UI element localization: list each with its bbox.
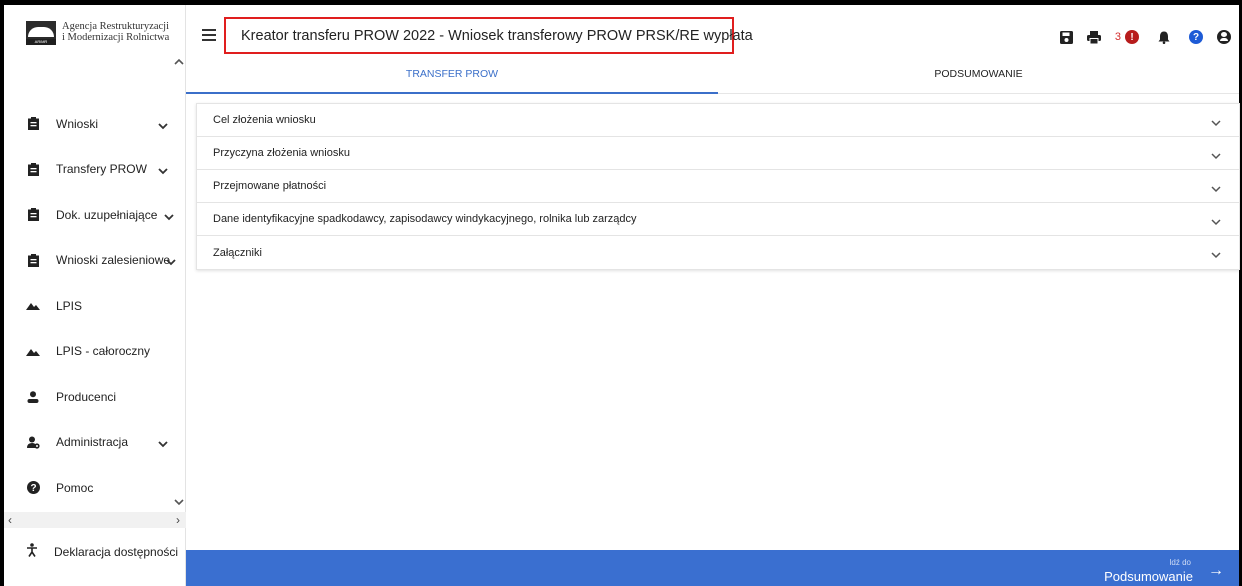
chevron-down-icon (1211, 149, 1221, 160)
goto-summary-bar[interactable]: Idź do Podsumowanie → (186, 550, 1239, 586)
help-icon: ? (26, 481, 40, 495)
section-dane-identyfikacyjne[interactable]: Dane identyfikacyjne spadkodawcy, zapiso… (197, 203, 1239, 236)
clipboard-icon (26, 253, 40, 267)
sidebar-item-label: Pomoc (56, 480, 94, 495)
user-cog-icon (26, 435, 40, 449)
section-cel-zlozenia-wniosku[interactable]: Cel złożenia wniosku (197, 104, 1239, 137)
clipboard-icon (26, 162, 40, 176)
sidebar-scroll-up-icon[interactable] (174, 57, 184, 69)
accessibility-declaration-link[interactable]: Deklaracja dostępności (26, 543, 178, 560)
sidebar-item-lpis[interactable]: LPIS (4, 283, 186, 329)
header-toolbar: 3 ! ? (1047, 30, 1239, 44)
chevron-down-icon (1211, 116, 1221, 127)
page-title: Kreator transferu PROW 2022 - Wniosek tr… (241, 28, 753, 44)
form-sections-accordion: Cel złożenia wniosku Przyczyna złożenia … (196, 103, 1240, 270)
chevron-down-icon (166, 255, 176, 266)
logo-mark: ARiMR (26, 21, 56, 47)
tab-transfer-prow[interactable]: TRANSFER PROW (186, 62, 718, 94)
section-przyczyna-zlozenia-wniosku[interactable]: Przyczyna złożenia wniosku (197, 137, 1239, 170)
save-icon[interactable] (1060, 30, 1074, 44)
arrow-right-icon: → (1208, 562, 1224, 579)
logo[interactable]: ARiMR Agencja Restrukturyzacji i Moderni… (26, 21, 169, 47)
section-title: Cel złożenia wniosku (213, 114, 316, 126)
sidebar-horizontal-scrollbar[interactable]: ‹ › (4, 512, 186, 528)
mountain-icon (26, 299, 40, 313)
chevron-down-icon (158, 119, 168, 130)
sidebar-item-label: LPIS - całoroczny (56, 344, 151, 359)
chevron-down-icon (158, 164, 168, 175)
tab-podsumowanie[interactable]: PODSUMOWANIE (718, 62, 1239, 94)
notification-count[interactable]: 3 (1115, 31, 1121, 43)
sidebar-item-pomoc[interactable]: ? Pomoc (4, 465, 186, 511)
section-title: Przyczyna złożenia wniosku (213, 147, 350, 159)
scroll-right-icon[interactable]: › (176, 513, 180, 527)
svg-text:?: ? (30, 483, 36, 494)
sidebar-item-wnioski[interactable]: Wnioski (4, 101, 186, 147)
sidebar-item-label: Wnioski zalesieniowe (56, 253, 171, 268)
sidebar-item-producenci[interactable]: Producenci (4, 374, 186, 420)
help-icon[interactable]: ? (1189, 30, 1203, 44)
sidebar-item-administracja[interactable]: Administracja (4, 420, 186, 466)
sidebar-item-label: Administracja (56, 435, 129, 450)
alert-icon[interactable]: ! (1125, 30, 1139, 44)
sidebar-item-label: Wnioski (56, 116, 99, 131)
chevron-down-icon (1211, 182, 1221, 193)
tab-bar: TRANSFER PROW PODSUMOWANIE (186, 62, 1239, 94)
goto-caption: Idź do (1169, 558, 1191, 567)
chevron-down-icon (1211, 215, 1221, 226)
section-zalaczniki[interactable]: Załączniki (197, 236, 1239, 269)
sidebar-item-label: Dok. uzupełniające (56, 207, 158, 222)
sidebar-scroll-down-icon[interactable] (174, 497, 184, 509)
print-icon[interactable] (1086, 30, 1101, 44)
chevron-down-icon (158, 437, 168, 448)
chevron-down-icon (164, 210, 174, 221)
clipboard-icon (26, 117, 40, 131)
sidebar-item-wnioski-zalesieniowe[interactable]: Wnioski zalesieniowe (4, 238, 186, 284)
sidebar-item-lpis-caloroczny[interactable]: LPIS - całoroczny (4, 329, 186, 375)
goto-target-label: Podsumowanie (1104, 569, 1193, 584)
sidebar-item-dok-uzupelniajace[interactable]: Dok. uzupełniające (4, 192, 186, 238)
sidebar-item-label: LPIS (56, 298, 83, 313)
accessibility-label: Deklaracja dostępności (54, 544, 179, 559)
sidebar-item-transfery-prow[interactable]: Transfery PROW (4, 147, 186, 193)
section-title: Załączniki (213, 246, 262, 259)
logo-text: Agencja Restrukturyzacji i Modernizacji … (62, 21, 170, 43)
section-przejmowane-platnosci[interactable]: Przejmowane płatności (197, 170, 1239, 203)
mountain-icon (26, 344, 40, 358)
section-title: Przejmowane płatności (213, 180, 327, 192)
hamburger-menu-icon[interactable] (202, 29, 216, 41)
sidebar-nav: Wnioski Transfery PROW Dok. uzupełniając… (4, 101, 186, 511)
clipboard-icon (26, 208, 40, 222)
header: Kreator transferu PROW 2022 - Wniosek tr… (186, 5, 1239, 62)
bell-icon[interactable] (1157, 30, 1171, 44)
sidebar-item-label: Transfery PROW (56, 162, 147, 177)
user-account-icon[interactable] (1217, 30, 1231, 44)
chevron-down-icon (1211, 248, 1221, 259)
scroll-left-icon[interactable]: ‹ (8, 513, 12, 527)
section-title: Dane identyfikacyjne spadkodawcy, zapiso… (213, 213, 637, 225)
sidebar: ARiMR Agencja Restrukturyzacji i Moderni… (4, 5, 186, 586)
sidebar-item-label: Producenci (56, 389, 117, 404)
user-icon (26, 390, 40, 404)
accessibility-icon (26, 543, 38, 560)
